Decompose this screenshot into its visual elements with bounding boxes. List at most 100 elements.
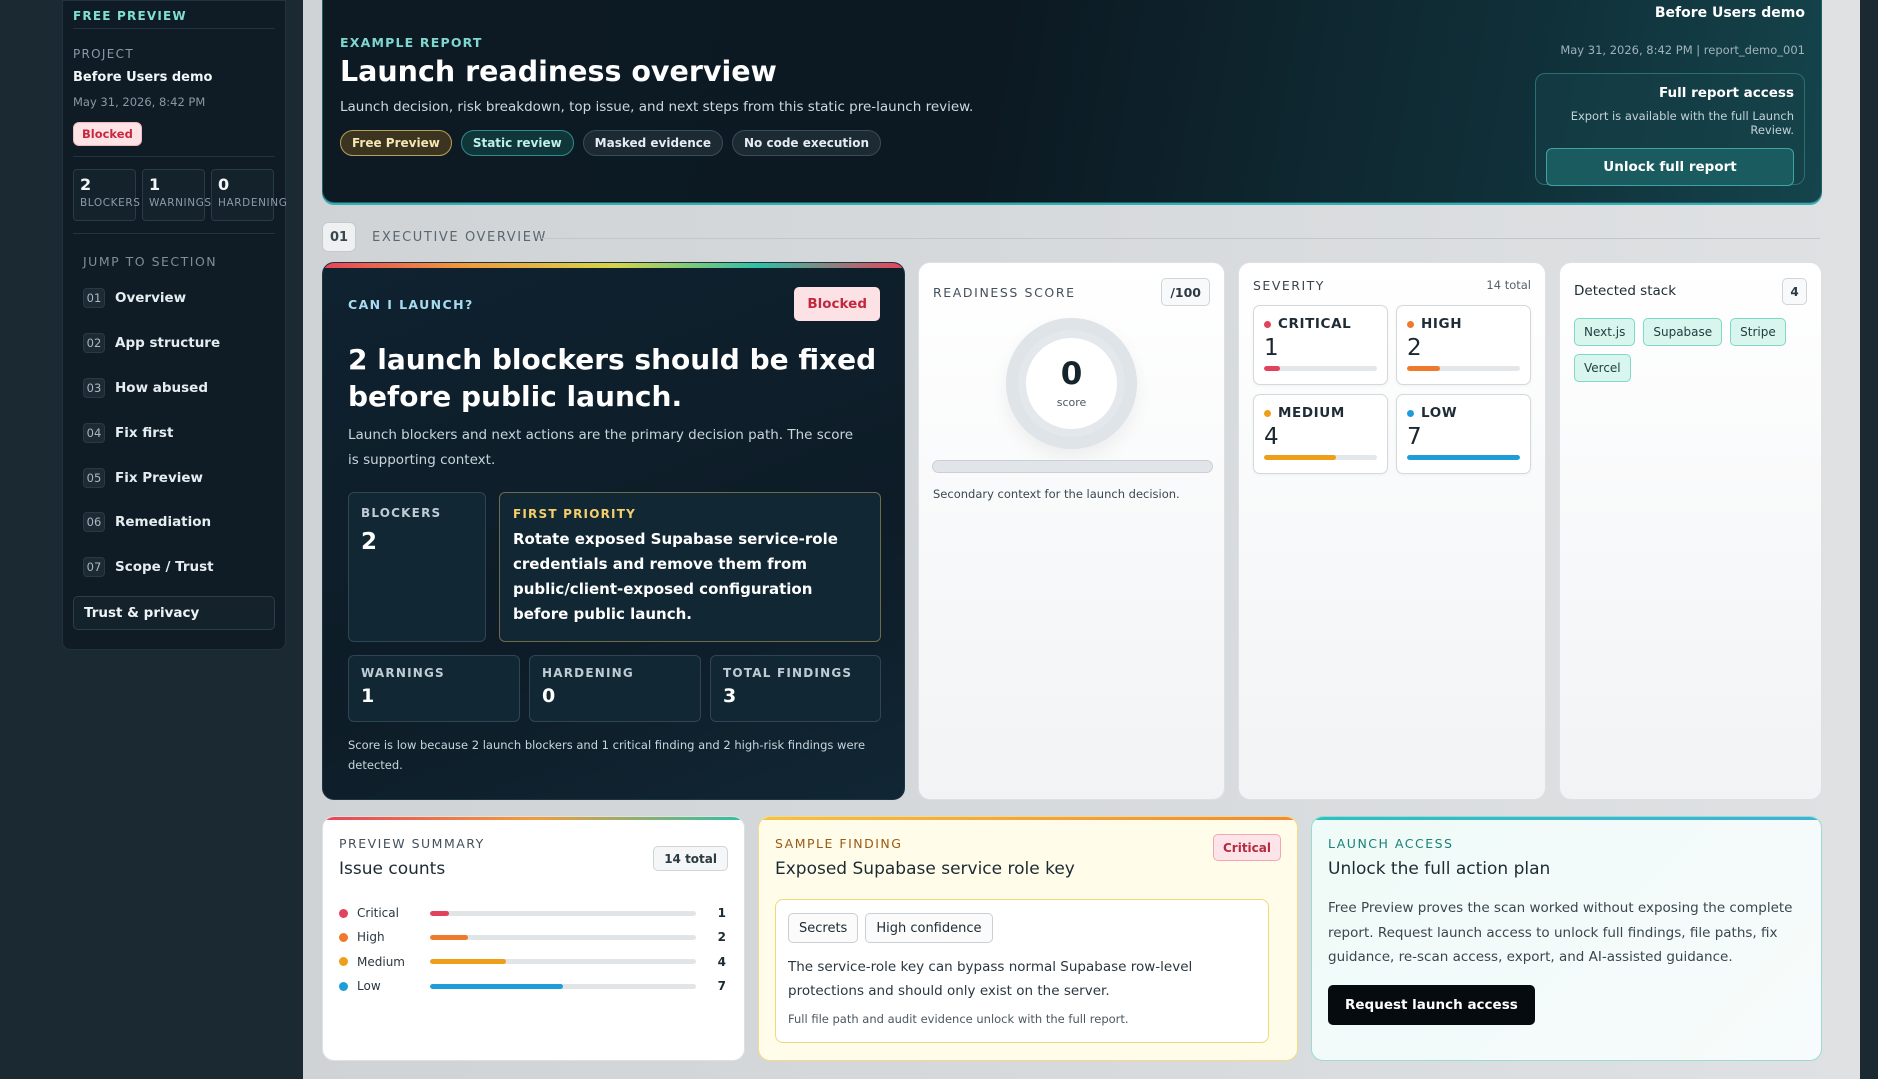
preview-summary-total: 14 total	[653, 846, 728, 871]
nav-number: 05	[83, 467, 105, 488]
full-report-access-card: Full report access Export is available w…	[1535, 73, 1805, 186]
nav-item-scope-trust[interactable]: 07 Scope / Trust	[73, 545, 275, 590]
severity-high: HIGH 2	[1396, 305, 1531, 385]
issue-row-high: High 2	[339, 925, 739, 949]
count-label: HARDENING	[218, 197, 288, 209]
report-header: EXAMPLE REPORT Launch readiness overview…	[322, 0, 1822, 203]
launch-status-badge: Blocked	[794, 287, 880, 321]
jump-to-section-label: JUMP TO SECTION	[83, 254, 218, 269]
hardening-count: 0 HARDENING	[211, 169, 288, 221]
nav-item-remediation[interactable]: 06 Remediation	[73, 500, 275, 545]
section-name: EXECUTIVE OVERVIEW	[372, 229, 547, 245]
nav-number: 02	[83, 333, 105, 354]
pill-static-review: Static review	[460, 130, 574, 156]
score-gauge-center: 0 score	[1026, 338, 1117, 429]
score-progress-bar	[932, 460, 1213, 473]
severity-bar	[1264, 366, 1377, 371]
nav-label: Fix Preview	[115, 469, 204, 486]
nav-item-fix-first[interactable]: 04 Fix first	[73, 410, 275, 455]
severity-count: 1	[1264, 335, 1279, 361]
stat-value: 3	[723, 685, 737, 707]
score-caption: score	[1056, 396, 1087, 409]
count-value: 0	[218, 175, 230, 194]
nav-label: How abused	[115, 379, 208, 396]
stack-tag-nextjs: Next.js	[1574, 318, 1636, 346]
nav-label: Scope / Trust	[115, 559, 214, 576]
nav-number: 06	[83, 512, 105, 533]
issue-bar-fill	[430, 934, 468, 940]
blockers-label: BLOCKERS	[361, 506, 442, 520]
issue-bar	[430, 910, 696, 916]
access-subtitle: Export is available with the full Launch…	[1570, 109, 1794, 137]
launch-subtitle: Launch blockers and next actions are the…	[348, 427, 854, 468]
severity-name: MEDIUM	[1264, 405, 1377, 421]
preview-summary-title: Issue counts	[339, 859, 446, 879]
nav-item-app-structure[interactable]: 02 App structure	[73, 321, 275, 366]
severity-name: CRITICAL	[1264, 316, 1377, 332]
issue-name: Medium	[357, 954, 405, 969]
sample-finding-eyebrow: SAMPLE FINDING	[775, 836, 903, 851]
tag-high-confidence: High confidence	[865, 913, 993, 943]
launch-access-description: Free Preview proves the scan worked with…	[1328, 900, 1793, 965]
severity-bar-fill	[1407, 366, 1440, 371]
issue-name: High	[357, 930, 385, 945]
finding-tags: Secrets High confidence	[788, 913, 1256, 943]
request-launch-access-button[interactable]: Request launch access	[1328, 985, 1535, 1025]
free-preview-label: FREE PREVIEW	[73, 1, 275, 29]
divider	[73, 233, 275, 234]
issue-row-medium: Medium 4	[339, 950, 739, 974]
launch-access-title: Unlock the full action plan	[1328, 859, 1551, 879]
severity-bar	[1264, 455, 1377, 460]
issue-name: Critical	[357, 906, 399, 921]
launch-title: 2 launch blockers should be fixed before…	[348, 343, 877, 413]
readiness-label: READINESS SCORE	[933, 285, 1076, 300]
trust-privacy-link[interactable]: Trust & privacy	[73, 595, 275, 630]
header-pills: Free Preview Static review Masked eviden…	[340, 130, 882, 156]
severity-critical: CRITICAL 1	[1253, 305, 1388, 385]
access-title: Full report access	[1658, 85, 1794, 101]
issue-count-rows: Critical 1 High 2 Medium 4 Low 7	[339, 901, 739, 998]
nav-label: App structure	[115, 335, 221, 352]
stack-tag-vercel: Vercel	[1574, 354, 1631, 382]
warnings-box: WARNINGS 1	[348, 655, 520, 722]
header-project-name: Before Users demo	[1654, 5, 1805, 21]
issue-bar	[430, 934, 696, 940]
severity-bar	[1407, 455, 1520, 460]
nav-number: 03	[83, 377, 105, 398]
page-title: Launch readiness overview	[340, 55, 777, 88]
project-name: Before Users demo	[73, 70, 213, 85]
first-priority-text: Rotate exposed Supabase service-role cre…	[513, 530, 838, 623]
issue-dot	[339, 932, 348, 942]
severity-name: HIGH	[1407, 316, 1520, 332]
severity-card: SEVERITY 14 total CRITICAL 1 HIGH 2 MEDI…	[1238, 262, 1546, 800]
issue-dot	[339, 957, 348, 967]
blockers-value: 2	[361, 529, 378, 555]
nav-item-overview[interactable]: 01 Overview	[73, 276, 275, 321]
blockers-box: BLOCKERS 2	[348, 492, 486, 642]
severity-label: SEVERITY	[1253, 278, 1325, 293]
preview-summary-card: PREVIEW SUMMARY Issue counts 14 total Cr…	[322, 816, 745, 1061]
nav-label: Overview	[115, 290, 187, 307]
unlock-full-report-button[interactable]: Unlock full report	[1546, 148, 1794, 186]
score-gauge: 0 score	[1006, 318, 1137, 449]
divider	[73, 156, 275, 157]
detected-stack-card: Detected stack 4 Next.js Supabase Stripe…	[1559, 262, 1822, 800]
issue-count: 4	[717, 954, 726, 969]
severity-total: 14 total	[1486, 278, 1531, 292]
can-i-launch-card: CAN I LAUNCH? Blocked 2 launch blockers …	[322, 262, 905, 800]
issue-dot	[339, 908, 348, 918]
severity-name-text: MEDIUM	[1278, 405, 1345, 421]
severity-bar	[1407, 366, 1520, 371]
sample-finding-title: Exposed Supabase service role key	[775, 859, 1075, 879]
status-badge: Blocked	[73, 122, 142, 146]
project-date: May 31, 2026, 8:42 PM	[73, 95, 206, 109]
first-priority-label: FIRST PRIORITY	[513, 507, 636, 521]
severity-bar-fill	[1264, 366, 1280, 371]
nav-item-how-abused[interactable]: 03 How abused	[73, 366, 275, 411]
score-explanation: Score is low because 2 launch blockers a…	[348, 738, 866, 772]
pill-masked-evidence: Masked evidence	[582, 130, 724, 156]
nav-item-fix-preview[interactable]: 05 Fix Preview	[73, 455, 275, 500]
issue-bar-fill	[430, 910, 449, 916]
blockers-count: 2 BLOCKERS	[73, 169, 140, 221]
nav-label: Fix first	[115, 424, 174, 441]
